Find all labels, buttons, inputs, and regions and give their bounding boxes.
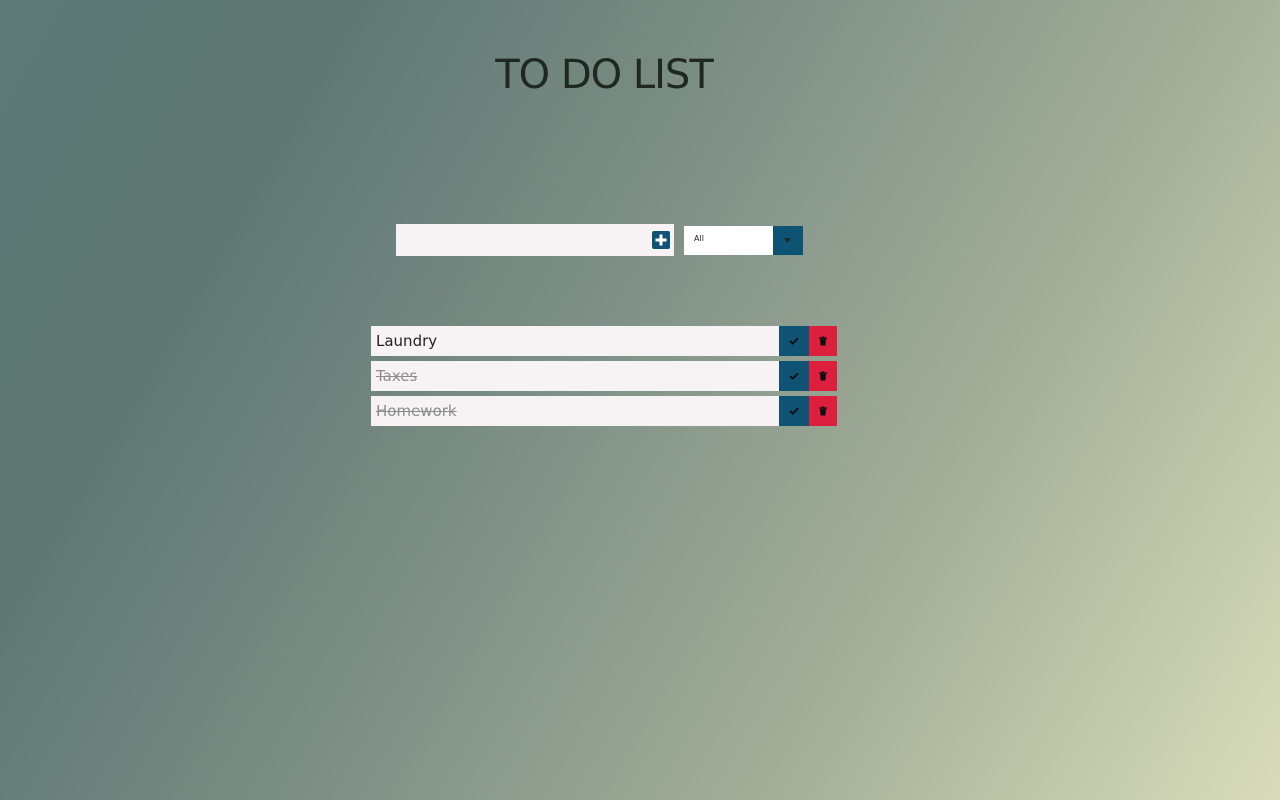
trash-icon	[819, 336, 827, 346]
check-icon	[789, 372, 799, 380]
add-todo-form	[396, 224, 674, 256]
delete-button[interactable]	[809, 396, 837, 426]
caret-down-icon	[784, 238, 791, 243]
todo-item: Taxes	[371, 361, 837, 391]
trash-icon	[819, 406, 827, 416]
complete-button[interactable]	[779, 326, 809, 356]
delete-button[interactable]	[809, 361, 837, 391]
todo-text: Taxes	[376, 367, 418, 385]
check-icon	[789, 337, 799, 345]
filter-dropdown-button[interactable]	[773, 226, 803, 255]
page-title: TO DO LIST	[495, 52, 714, 98]
complete-button[interactable]	[779, 396, 809, 426]
check-icon	[789, 407, 799, 415]
todo-list: Laundry Taxes Homework	[371, 326, 837, 431]
complete-button[interactable]	[779, 361, 809, 391]
add-todo-button[interactable]	[652, 231, 670, 249]
todo-item: Laundry	[371, 326, 837, 356]
todo-text: Homework	[376, 402, 457, 420]
todo-item: Homework	[371, 396, 837, 426]
filter-select[interactable]: All	[684, 226, 803, 255]
delete-button[interactable]	[809, 326, 837, 356]
plus-square-icon	[655, 234, 667, 246]
trash-icon	[819, 371, 827, 381]
todo-text: Laundry	[376, 332, 438, 350]
filter-selected-value: All	[694, 234, 704, 243]
todo-input[interactable]	[396, 224, 646, 256]
